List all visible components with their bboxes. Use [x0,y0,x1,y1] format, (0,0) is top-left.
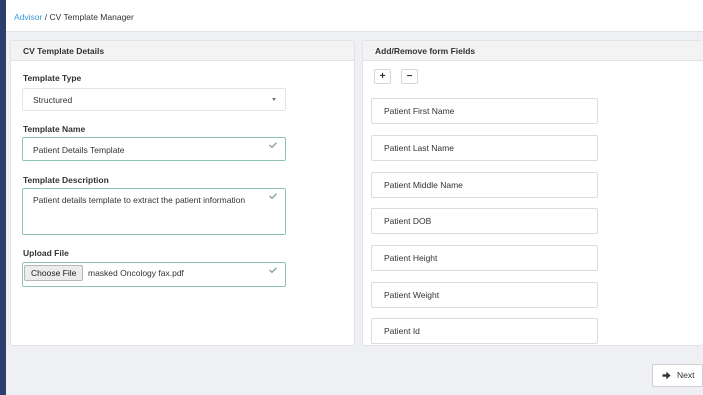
patient-dob-field[interactable]: Patient DOB [371,208,598,234]
patient-last-name-field[interactable]: Patient Last Name [371,135,598,161]
template-type-value: Structured [33,95,73,105]
patient-weight-field[interactable]: Patient Weight [371,282,598,308]
template-name-input[interactable]: Patient Details Template [22,137,286,161]
uploaded-file-name: masked Oncology fax.pdf [88,268,184,278]
template-description-label: Template Description [23,175,109,185]
patient-first-name-field[interactable]: Patient First Name [371,98,598,124]
template-description-value: Patient details template to extract the … [33,195,246,205]
template-type-label: Template Type [23,73,82,83]
form-fields-title: Add/Remove form Fields [363,41,703,61]
check-icon [269,267,277,273]
template-name-label: Template Name [23,124,86,134]
patient-height-field[interactable]: Patient Height [371,245,598,271]
check-icon [269,193,277,199]
minus-icon: − [406,71,413,82]
choose-file-button[interactable]: Choose File [24,265,84,281]
template-type-select[interactable]: Structured [22,88,286,111]
remove-field-button[interactable]: − [401,69,418,84]
chevron-down-icon [272,98,276,101]
patient-middle-name-field[interactable]: Patient Middle Name [371,172,598,198]
add-field-button[interactable]: + [374,69,391,84]
patient-id-field[interactable]: Patient Id [371,318,598,344]
template-description-textarea[interactable]: Patient details template to extract the … [22,188,286,235]
template-name-value: Patient Details Template [33,145,125,155]
arrow-right-icon [662,371,671,380]
upload-file-input: Choose File masked Oncology fax.pdf [22,262,286,287]
breadcrumb: Advisor / CV Template Manager [14,12,134,22]
upload-file-label: Upload File [23,248,69,258]
next-button[interactable]: Next [652,364,703,387]
breadcrumb-current: CV Template Manager [49,12,134,22]
breadcrumb-advisor-link[interactable]: Advisor [14,12,42,22]
plus-icon: + [379,71,386,82]
check-icon [269,142,277,148]
next-button-label: Next [677,370,695,380]
cv-template-details-title: CV Template Details [11,41,354,61]
